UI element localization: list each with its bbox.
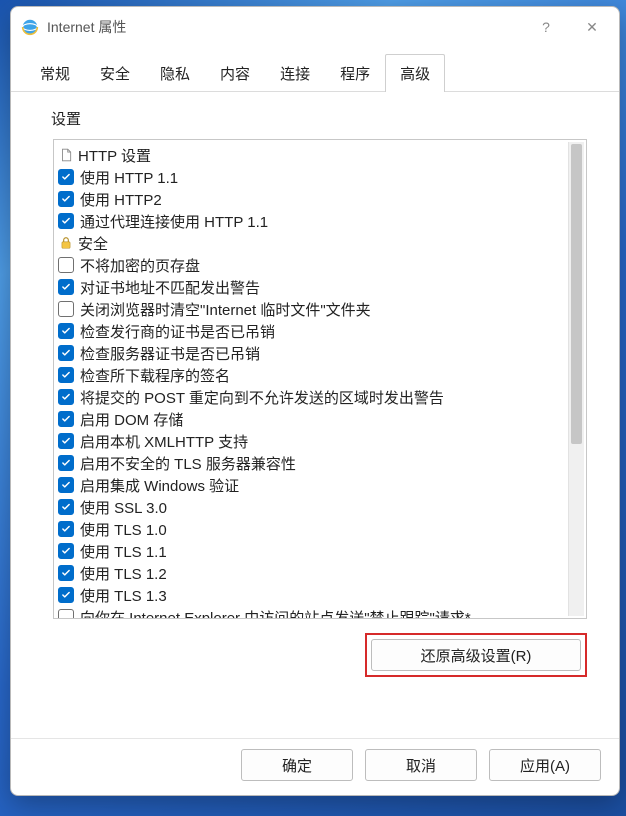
- tree-item[interactable]: 启用本机 XMLHTTP 支持: [58, 430, 564, 452]
- checkbox[interactable]: [58, 213, 74, 229]
- tree-item[interactable]: 检查发行商的证书是否已吊销: [58, 320, 564, 342]
- scrollbar[interactable]: [568, 142, 584, 616]
- tab-6[interactable]: 高级: [385, 54, 445, 92]
- tree-item[interactable]: 对证书地址不匹配发出警告: [58, 276, 564, 298]
- tab-0[interactable]: 常规: [25, 54, 85, 92]
- settings-tree-container: HTTP 设置使用 HTTP 1.1使用 HTTP2通过代理连接使用 HTTP …: [53, 139, 587, 619]
- checkbox[interactable]: [58, 345, 74, 361]
- window-title: Internet 属性: [47, 17, 523, 37]
- tree-item-label: 启用 DOM 存储: [80, 409, 183, 430]
- restore-row: 还原高级设置(R): [35, 619, 597, 677]
- tree-group-label: HTTP 设置: [78, 145, 151, 166]
- page-icon: [58, 148, 74, 162]
- settings-label: 设置: [51, 108, 597, 129]
- tree-item-label: 向你在 Internet Explorer 中访问的站点发送"禁止跟踪"请求*: [80, 607, 471, 619]
- settings-tree: HTTP 设置使用 HTTP 1.1使用 HTTP2通过代理连接使用 HTTP …: [58, 144, 564, 618]
- checkbox[interactable]: [58, 169, 74, 185]
- tree-item-label: 使用 TLS 1.2: [80, 563, 167, 584]
- tree-item[interactable]: 使用 SSL 3.0: [58, 496, 564, 518]
- tree-item[interactable]: 使用 HTTP2: [58, 188, 564, 210]
- tree-item[interactable]: 通过代理连接使用 HTTP 1.1: [58, 210, 564, 232]
- tab-4[interactable]: 连接: [265, 54, 325, 92]
- app-icon: [21, 18, 39, 36]
- restore-highlight: 还原高级设置(R): [365, 633, 587, 677]
- tree-item[interactable]: 使用 TLS 1.0: [58, 518, 564, 540]
- checkbox[interactable]: [58, 543, 74, 559]
- checkbox[interactable]: [58, 587, 74, 603]
- tree-item[interactable]: 关闭浏览器时清空"Internet 临时文件"文件夹: [58, 298, 564, 320]
- checkbox[interactable]: [58, 499, 74, 515]
- tab-5[interactable]: 程序: [325, 54, 385, 92]
- checkbox[interactable]: [58, 433, 74, 449]
- titlebar: Internet 属性 ? ✕: [11, 7, 619, 47]
- checkbox[interactable]: [58, 565, 74, 581]
- help-button[interactable]: ?: [523, 11, 569, 43]
- checkbox[interactable]: [58, 301, 74, 317]
- tree-item[interactable]: 使用 TLS 1.2: [58, 562, 564, 584]
- tree-item-label: 通过代理连接使用 HTTP 1.1: [80, 211, 268, 232]
- tree-item-label: 检查服务器证书是否已吊销: [80, 343, 260, 364]
- tree-item-label: 不将加密的页存盘: [80, 255, 200, 276]
- tree-item[interactable]: 向你在 Internet Explorer 中访问的站点发送"禁止跟踪"请求*: [58, 606, 564, 618]
- checkbox[interactable]: [58, 389, 74, 405]
- tree-item-label: 使用 SSL 3.0: [80, 497, 167, 518]
- body-spacer: [35, 677, 597, 738]
- tree-group[interactable]: 安全: [58, 232, 564, 254]
- tree-item-label: 关闭浏览器时清空"Internet 临时文件"文件夹: [80, 299, 371, 320]
- checkbox[interactable]: [58, 411, 74, 427]
- tree-item-label: 使用 HTTP 1.1: [80, 167, 178, 188]
- ok-button[interactable]: 确定: [241, 749, 353, 781]
- scrollbar-thumb[interactable]: [571, 144, 582, 444]
- tree-item-label: 检查所下载程序的签名: [80, 365, 230, 386]
- tree-item-label: 使用 TLS 1.3: [80, 585, 167, 606]
- tree-group[interactable]: HTTP 设置: [58, 144, 564, 166]
- tree-item-label: 启用不安全的 TLS 服务器兼容性: [80, 453, 296, 474]
- checkbox[interactable]: [58, 191, 74, 207]
- tree-item[interactable]: 使用 TLS 1.3: [58, 584, 564, 606]
- tab-3[interactable]: 内容: [205, 54, 265, 92]
- checkbox[interactable]: [58, 367, 74, 383]
- tree-item-label: 检查发行商的证书是否已吊销: [80, 321, 275, 342]
- tree-item[interactable]: 检查所下载程序的签名: [58, 364, 564, 386]
- restore-advanced-button[interactable]: 还原高级设置(R): [371, 639, 581, 671]
- tab-1[interactable]: 安全: [85, 54, 145, 92]
- tree-item[interactable]: 不将加密的页存盘: [58, 254, 564, 276]
- tree-item-label: 启用本机 XMLHTTP 支持: [80, 431, 248, 452]
- tree-item-label: 将提交的 POST 重定向到不允许发送的区域时发出警告: [80, 387, 444, 408]
- tree-item[interactable]: 使用 TLS 1.1: [58, 540, 564, 562]
- checkbox[interactable]: [58, 279, 74, 295]
- tree-item[interactable]: 使用 HTTP 1.1: [58, 166, 564, 188]
- tree-group-label: 安全: [78, 233, 108, 254]
- tree-item-label: 使用 HTTP2: [80, 189, 162, 210]
- cancel-button[interactable]: 取消: [365, 749, 477, 781]
- tree-item-label: 启用集成 Windows 验证: [80, 475, 239, 496]
- dialog-window: Internet 属性 ? ✕ 常规安全隐私内容连接程序高级 设置 HTTP 设…: [10, 6, 620, 796]
- tree-item[interactable]: 将提交的 POST 重定向到不允许发送的区域时发出警告: [58, 386, 564, 408]
- dialog-footer: 确定 取消 应用(A): [11, 738, 619, 795]
- tab-strip: 常规安全隐私内容连接程序高级: [11, 47, 619, 92]
- tree-item[interactable]: 启用不安全的 TLS 服务器兼容性: [58, 452, 564, 474]
- tree-item[interactable]: 启用 DOM 存储: [58, 408, 564, 430]
- checkbox[interactable]: [58, 609, 74, 618]
- tree-item-label: 对证书地址不匹配发出警告: [80, 277, 260, 298]
- checkbox[interactable]: [58, 477, 74, 493]
- tree-item-label: 使用 TLS 1.1: [80, 541, 167, 562]
- tree-item[interactable]: 启用集成 Windows 验证: [58, 474, 564, 496]
- tree-item[interactable]: 检查服务器证书是否已吊销: [58, 342, 564, 364]
- checkbox[interactable]: [58, 323, 74, 339]
- settings-tree-viewport[interactable]: HTTP 设置使用 HTTP 1.1使用 HTTP2通过代理连接使用 HTTP …: [54, 140, 586, 618]
- lock-icon: [58, 236, 74, 250]
- checkbox[interactable]: [58, 257, 74, 273]
- dialog-body: 设置 HTTP 设置使用 HTTP 1.1使用 HTTP2通过代理连接使用 HT…: [11, 92, 619, 738]
- checkbox[interactable]: [58, 521, 74, 537]
- tree-item-label: 使用 TLS 1.0: [80, 519, 167, 540]
- tab-2[interactable]: 隐私: [145, 54, 205, 92]
- checkbox[interactable]: [58, 455, 74, 471]
- close-button[interactable]: ✕: [569, 11, 615, 43]
- apply-button[interactable]: 应用(A): [489, 749, 601, 781]
